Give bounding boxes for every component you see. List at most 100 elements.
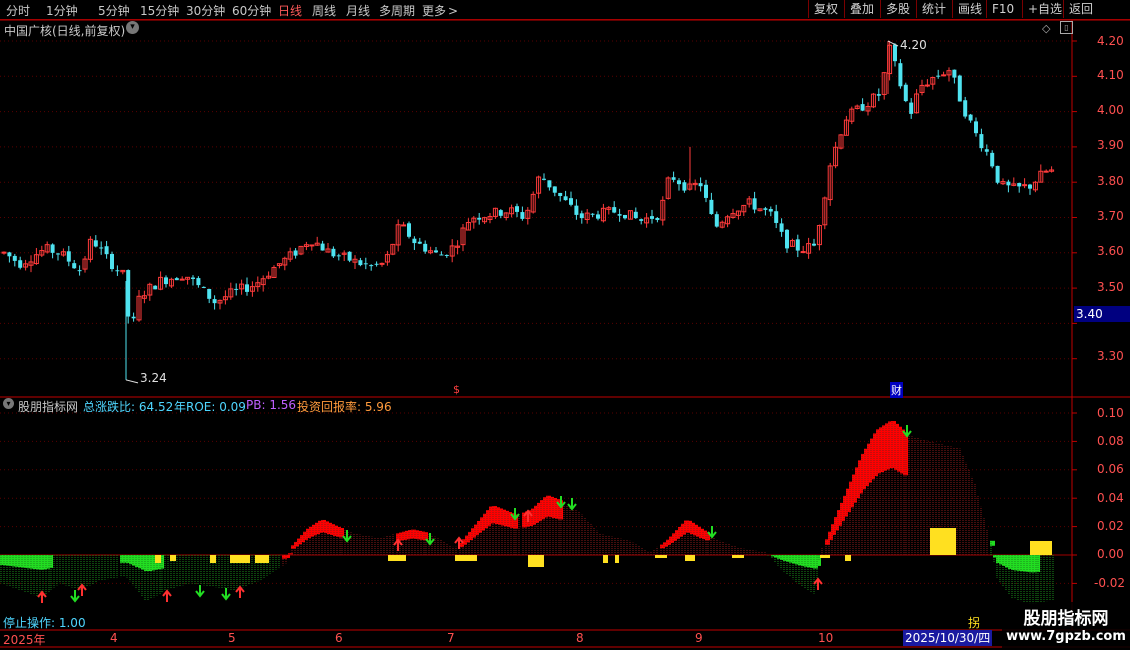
candle-body: [579, 213, 584, 219]
candle-body: [617, 214, 622, 216]
turning-point-label: 拐: [968, 616, 981, 630]
candle-body: [515, 206, 519, 212]
candle-body: [574, 205, 579, 215]
yellow-signal-bar: [845, 555, 851, 561]
indicator-return-rate: 投资回报率: 5.96: [297, 400, 392, 414]
main-grid: [0, 40, 1072, 360]
candle-body: [110, 253, 114, 270]
candle-body: [196, 278, 201, 286]
candle-body: [1, 251, 7, 254]
time-axis-label: 2025年: [3, 633, 46, 647]
signal-arrows: [37, 425, 912, 603]
candle-body: [12, 255, 17, 261]
candle-body: [201, 286, 206, 288]
candle-body: [347, 251, 352, 261]
candle-body: [558, 192, 563, 197]
candle-body: [655, 218, 660, 221]
candle-body: [520, 212, 525, 219]
yellow-signal-bar: [603, 555, 608, 563]
candle-body: [709, 199, 714, 215]
candle-body: [56, 253, 60, 255]
candle-body: [115, 270, 120, 272]
yellow-signal-bar: [820, 555, 830, 558]
indicator-name[interactable]: 股朋指标网: [18, 398, 78, 415]
indicator-tick: 0.04: [1097, 491, 1124, 505]
candle-body: [795, 239, 800, 251]
low-price-label: 3.24: [140, 371, 167, 385]
price-tick: 4.20: [1097, 34, 1124, 48]
current-price-marker: 3.40: [1074, 306, 1130, 322]
candle-body: [542, 178, 546, 180]
watermark-url: www.7gpzb.com: [1006, 629, 1126, 644]
indicator-tick: 0.06: [1097, 462, 1124, 476]
candle-body: [941, 74, 947, 77]
candle-body: [179, 278, 185, 281]
yellow-signal-bar: [930, 528, 956, 555]
price-tick: 4.00: [1097, 103, 1124, 117]
indicator-tick: 0.02: [1097, 519, 1124, 533]
time-axis-label: 10: [818, 631, 834, 645]
yellow-signal-bar: [732, 555, 744, 558]
candle-body: [963, 100, 968, 117]
candle-body: [358, 260, 363, 266]
candle-body: [968, 114, 973, 121]
indicator-roe: 年ROE: 0.09: [174, 400, 246, 414]
status-stop-label: 停止操作: 1.00: [3, 616, 86, 630]
candle-body: [547, 180, 552, 188]
candle-body: [623, 215, 627, 219]
candle-body: [245, 284, 249, 292]
price-tick: 3.70: [1097, 209, 1124, 223]
candle-body: [936, 75, 941, 77]
buy-arrow-icon: [393, 538, 403, 551]
candle-body: [774, 211, 779, 223]
sell-arrow-icon: [195, 585, 205, 598]
candle-body: [785, 229, 789, 249]
yellow-signal-bar: [685, 555, 695, 561]
candle-body: [812, 243, 816, 246]
candle-body: [898, 63, 903, 87]
candlesticks: [1, 40, 1055, 380]
sell-arrow-icon: [567, 498, 577, 511]
buy-arrow-icon: [813, 577, 823, 590]
candle-body: [979, 134, 984, 149]
candle-body: [893, 44, 897, 62]
candle-body: [99, 247, 104, 249]
candle-body: [153, 285, 158, 290]
financial-report-marker[interactable]: 财: [890, 382, 903, 398]
candle-body: [417, 241, 422, 244]
candle-body: [860, 104, 865, 111]
yellow-signal-bar: [255, 555, 269, 563]
time-axis-label: 5: [228, 631, 236, 645]
yellow-signal-bar: [210, 555, 216, 563]
candle-body: [126, 270, 131, 317]
candle-body: [563, 196, 568, 201]
window-toggle-icon[interactable]: ▯: [1060, 21, 1073, 34]
dividend-marker[interactable]: $: [453, 383, 460, 396]
dropdown-circle-icon[interactable]: ▾: [126, 21, 139, 34]
indicator-dropdown-icon[interactable]: ▾: [3, 398, 14, 409]
candle-body: [477, 217, 482, 220]
candle-body: [444, 254, 449, 256]
candle-body: [309, 244, 315, 247]
cursor-date-label: 2025/10/30/四: [903, 630, 993, 646]
candle-body: [336, 255, 341, 257]
candle-body: [650, 216, 654, 219]
candle-body: [164, 277, 168, 285]
diamond-icon[interactable]: ◇: [1042, 22, 1050, 35]
candle-body: [952, 69, 957, 78]
candle-body: [752, 198, 757, 210]
time-axis-label: 8: [576, 631, 584, 645]
low-leader-line: [125, 379, 139, 384]
chart-canvas[interactable]: [0, 0, 1130, 650]
candle-body: [174, 278, 179, 281]
indicator-pb: PB: 1.56: [246, 398, 297, 412]
candle-body: [439, 254, 444, 256]
yellow-signal-bar: [230, 555, 250, 563]
price-tick: 3.30: [1097, 349, 1124, 363]
candle-body: [412, 238, 417, 244]
candle-body: [331, 248, 336, 257]
price-tick: 3.90: [1097, 138, 1124, 152]
candle-body: [957, 75, 962, 102]
candle-body: [379, 262, 385, 265]
candle-body: [7, 252, 12, 257]
